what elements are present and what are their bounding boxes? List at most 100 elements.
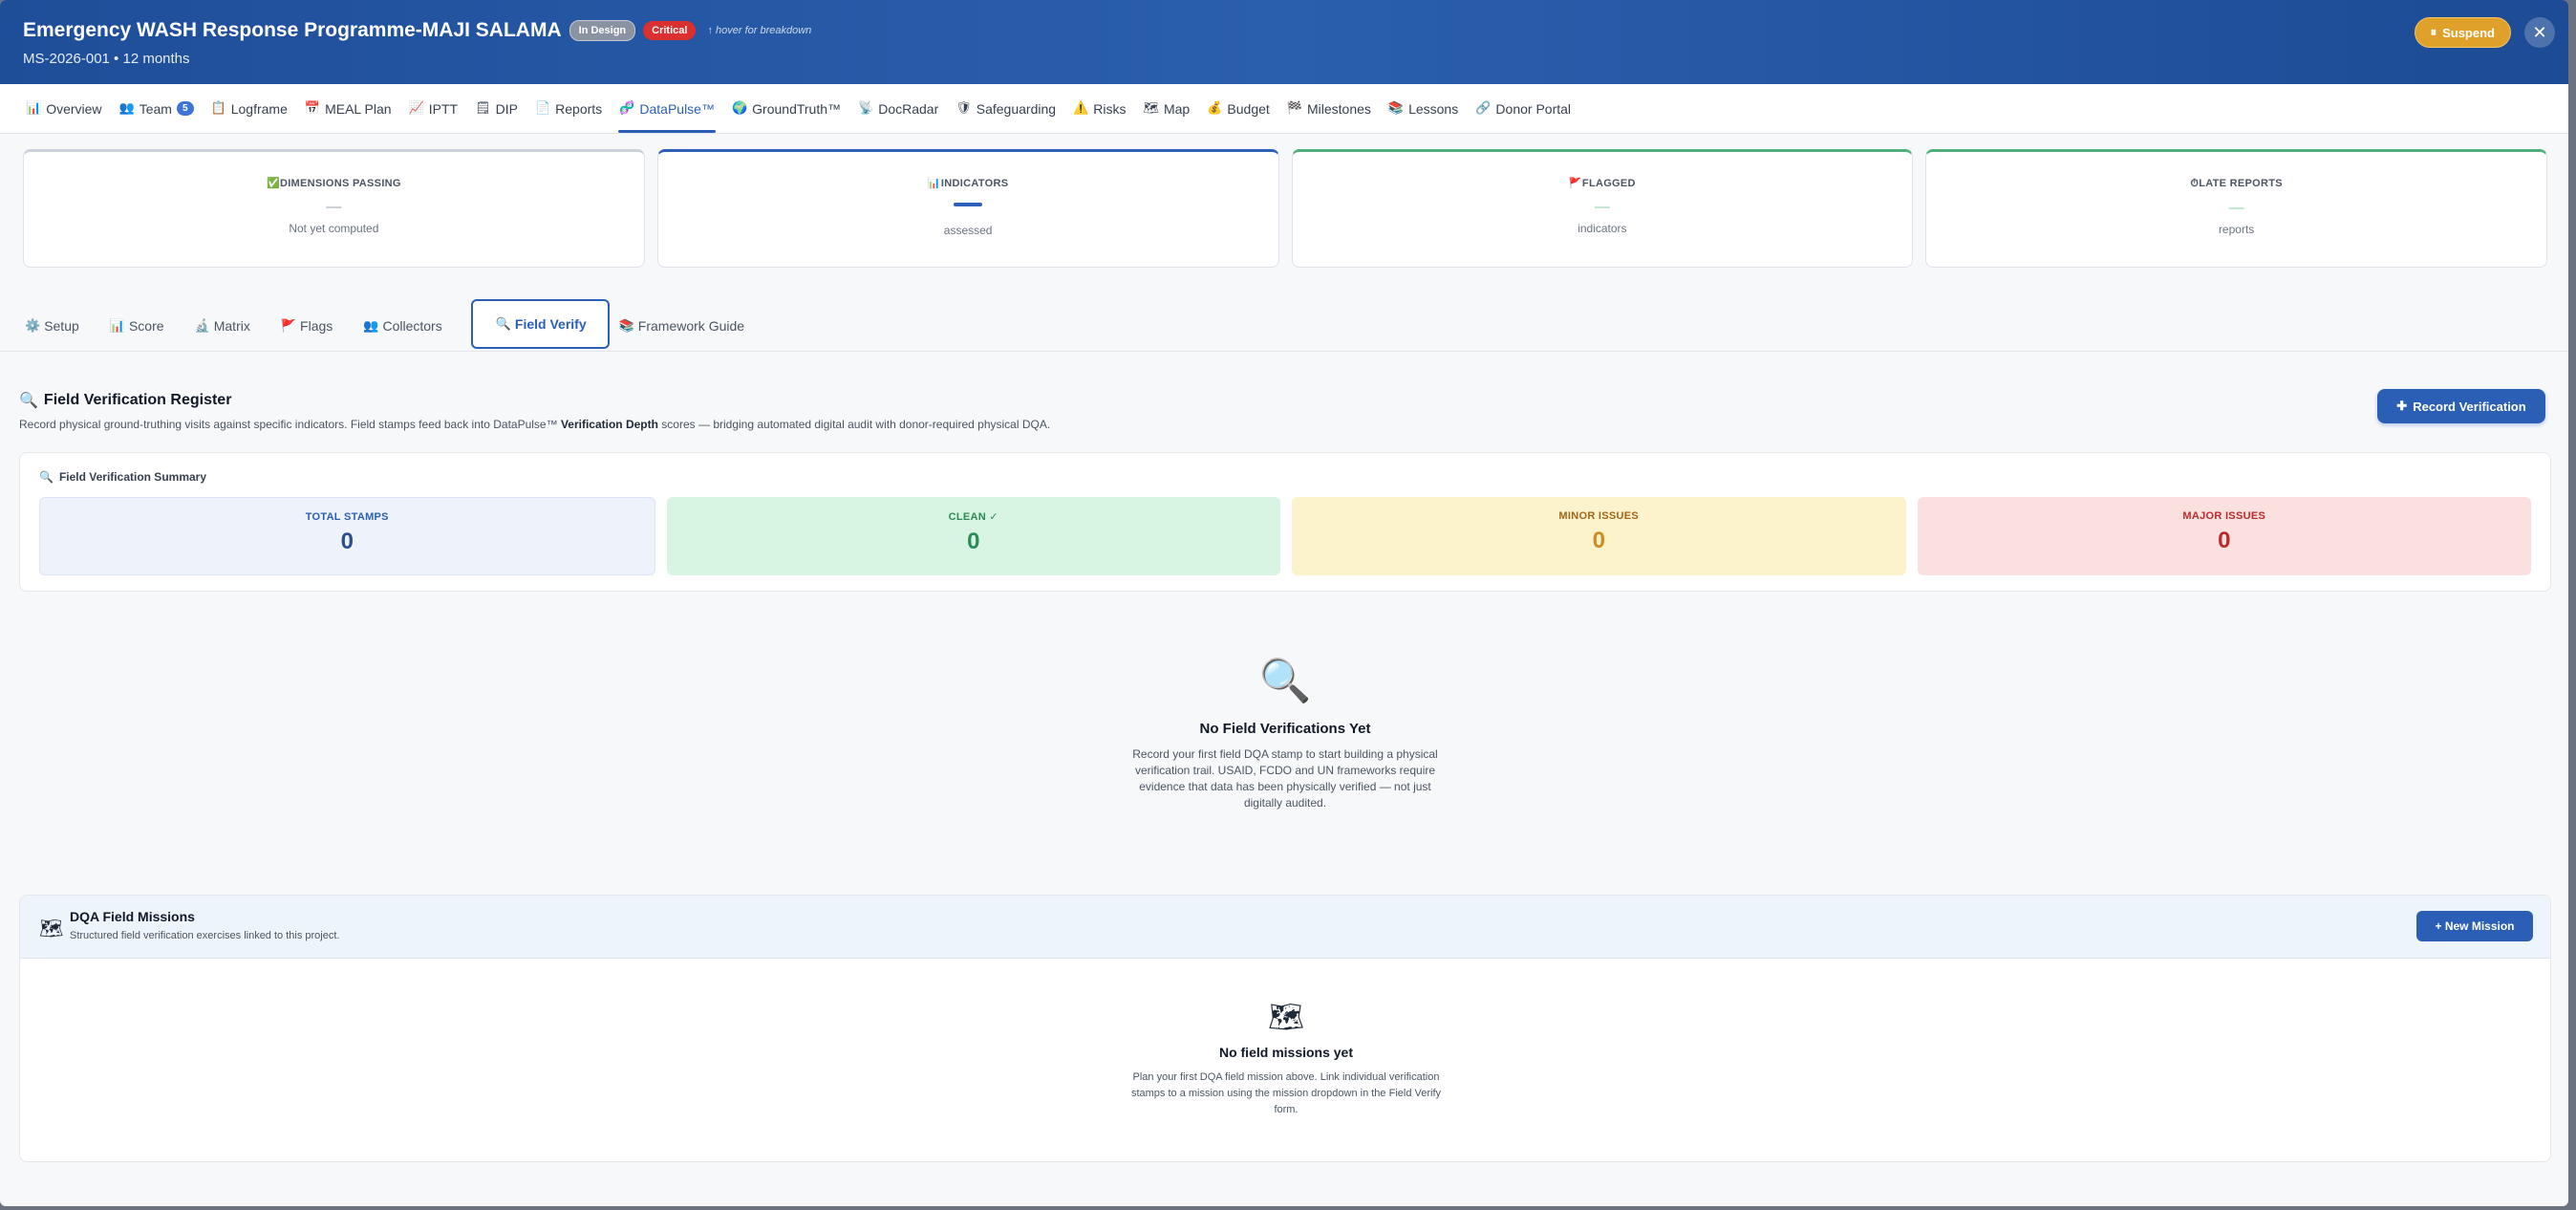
kpi-label-text: DIMENSIONS PASSING xyxy=(279,178,401,189)
flag-icon: 🚩 xyxy=(280,318,297,334)
stat-clean: CLEAN ✓ 0 xyxy=(666,497,1280,575)
subtab-score[interactable]: 📊 Score xyxy=(108,301,185,351)
kpi-row: ✅DIMENSIONS PASSING — Not yet computed 📊… xyxy=(23,149,2547,268)
kpi-label: 📊INDICATORS xyxy=(658,177,1278,189)
priority-badge: Critical xyxy=(643,21,697,40)
stat-label: CLEAN ✓ xyxy=(948,511,998,523)
pause-icon: ⏸ xyxy=(2430,25,2437,39)
kpi-late-reports: ⏱LATE REPORTS — reports xyxy=(1925,149,2547,268)
subtab-label: Collectors xyxy=(382,318,442,334)
tab-dip[interactable]: 🗒 DIP xyxy=(466,84,526,133)
empty-text: Record your first field DQA stamp to sta… xyxy=(1132,747,1438,810)
subtab-label: Flags xyxy=(300,318,333,334)
tab-label: Logframe xyxy=(230,100,288,117)
subtab-label: Matrix xyxy=(213,318,250,334)
new-mission-button[interactable]: + New Mission xyxy=(2416,911,2533,941)
summary-stats: TOTAL STAMPS 0 CLEAN ✓ 0 MINOR ISSUES 0 … xyxy=(39,497,2531,575)
kpi-label-text: LATE REPORTS xyxy=(2199,178,2283,189)
satellite-icon: 📡 xyxy=(858,101,874,116)
tab-docradar[interactable]: 📡 DocRadar xyxy=(849,84,947,133)
globe-icon: 🌍 xyxy=(731,101,748,116)
tab-datapulse[interactable]: 🧬 DataPulse™ xyxy=(611,84,723,133)
trend-icon: 📈 xyxy=(408,101,424,116)
tab-label: Map xyxy=(1163,100,1191,117)
plus-icon: ✚ xyxy=(2396,399,2408,413)
subtab-matrix[interactable]: 🔬 Matrix xyxy=(193,301,271,351)
close-button[interactable]: ✕ xyxy=(2524,17,2555,48)
kpi-sub: assessed xyxy=(943,224,993,237)
suspend-button[interactable]: ⏸ Suspend xyxy=(2414,17,2511,48)
kpi-loading-bar xyxy=(954,203,983,206)
tab-label: Donor Portal xyxy=(1495,100,1572,117)
microscope-icon: 🔬 xyxy=(194,318,210,334)
subtab-label: Field Verify xyxy=(514,316,587,332)
books-icon: 📚 xyxy=(1387,101,1405,116)
empty-state-verifications: 🔍 No Field Verifications Yet Record your… xyxy=(1094,656,1476,811)
tab-team[interactable]: 👥 Team 5 xyxy=(111,84,203,133)
tab-donor-portal[interactable]: 🔗 Donor Portal xyxy=(1467,84,1579,133)
tab-iptt[interactable]: 📈 IPTT xyxy=(400,84,467,133)
chart-icon: 📊 xyxy=(927,177,941,189)
people-icon: 👥 xyxy=(363,318,379,334)
breakdown-hint: ↑ hover for breakdown xyxy=(707,25,812,36)
team-count-badge: 5 xyxy=(176,101,194,116)
kpi-label-text: INDICATORS xyxy=(940,178,1009,189)
calendar-icon: 📅 xyxy=(304,101,321,116)
summary-title-text: Field Verification Summary xyxy=(58,470,207,484)
tab-risks[interactable]: ⚠️ Risks xyxy=(1064,84,1134,133)
kpi-dimensions-passing: ✅DIMENSIONS PASSING — Not yet computed xyxy=(23,149,645,268)
suspend-label: Suspend xyxy=(2442,25,2495,40)
subtab-setup[interactable]: ⚙️ Setup xyxy=(23,301,100,351)
title-row: Emergency WASH Response Programme-MAJI S… xyxy=(23,19,811,42)
magnifier-icon: 🔍 xyxy=(495,316,511,332)
stat-value: 0 xyxy=(1592,528,1605,553)
shield-icon: 🛡 xyxy=(955,101,972,116)
link-icon: 🔗 xyxy=(1475,101,1492,116)
register-title: 🔍 Field Verification Register xyxy=(19,391,231,409)
tab-label: DIP xyxy=(495,100,518,117)
kpi-value: — xyxy=(2228,200,2244,216)
project-subtitle: MS-2026-001 • 12 months xyxy=(23,51,190,67)
desc-text-end: scores — bridging automated digital audi… xyxy=(657,418,1051,431)
tab-label: Overview xyxy=(46,100,102,117)
tab-budget[interactable]: 💰 Budget xyxy=(1198,84,1278,133)
missions-empty-title: No field missions yet xyxy=(1218,1045,1354,1060)
tab-label: IPTT xyxy=(428,100,459,117)
tab-milestones[interactable]: 🏁 Milestones xyxy=(1278,84,1380,133)
summary-title: 🔍 Field Verification Summary xyxy=(39,470,206,484)
tab-reports[interactable]: 📄 Reports xyxy=(526,84,611,133)
record-verification-button[interactable]: ✚ Record Verification xyxy=(2377,389,2545,423)
subtab-framework-guide[interactable]: 📚 Framework Guide xyxy=(617,301,765,351)
tab-meal-plan[interactable]: 📅 MEAL Plan xyxy=(296,84,400,133)
document-icon: 📄 xyxy=(534,101,551,116)
stat-total-stamps: TOTAL STAMPS 0 xyxy=(39,497,655,575)
tab-overview[interactable]: 📊 Overview xyxy=(17,84,111,133)
kpi-value: — xyxy=(1594,199,1610,215)
warning-icon: ⚠️ xyxy=(1073,101,1089,116)
tab-lessons[interactable]: 📚 Lessons xyxy=(1380,84,1467,133)
dqa-field-missions: 🗺 DQA Field Missions Structured field ve… xyxy=(19,895,2551,1162)
tab-logframe[interactable]: 📋 Logframe xyxy=(203,84,296,133)
money-bag-icon: 💰 xyxy=(1207,101,1223,116)
tab-label: Reports xyxy=(555,100,603,117)
tab-safeguarding[interactable]: 🛡 Safeguarding xyxy=(947,84,1064,133)
record-label: Record Verification xyxy=(2413,399,2526,414)
tab-label: Risks xyxy=(1093,100,1127,117)
subtab-flags[interactable]: 🚩 Flags xyxy=(279,301,354,351)
dna-icon: 🧬 xyxy=(619,101,635,116)
subtab-field-verify[interactable]: 🔍 Field Verify xyxy=(470,299,610,349)
map-icon: 🗺 xyxy=(1267,1001,1305,1034)
tab-groundtruth[interactable]: 🌍 GroundTruth™ xyxy=(723,84,849,133)
kpi-sub: reports xyxy=(2218,223,2255,236)
kpi-indicators: 📊INDICATORS assessed xyxy=(656,149,1279,268)
verification-summary: 🔍 Field Verification Summary TOTAL STAMP… xyxy=(19,452,2551,592)
status-badge: In Design xyxy=(569,20,636,41)
flag-icon: 🚩 xyxy=(1568,177,1582,189)
chart-icon: 📊 xyxy=(109,318,125,334)
desc-bold: Verification Depth xyxy=(560,418,658,431)
tab-map[interactable]: 🗺 Map xyxy=(1134,84,1198,133)
kpi-label-text: FLAGGED xyxy=(1581,178,1636,189)
tab-label: DocRadar xyxy=(878,100,939,117)
subtab-collectors[interactable]: 👥 Collectors xyxy=(361,301,462,351)
stat-major-issues: MAJOR ISSUES 0 xyxy=(1917,497,2531,575)
